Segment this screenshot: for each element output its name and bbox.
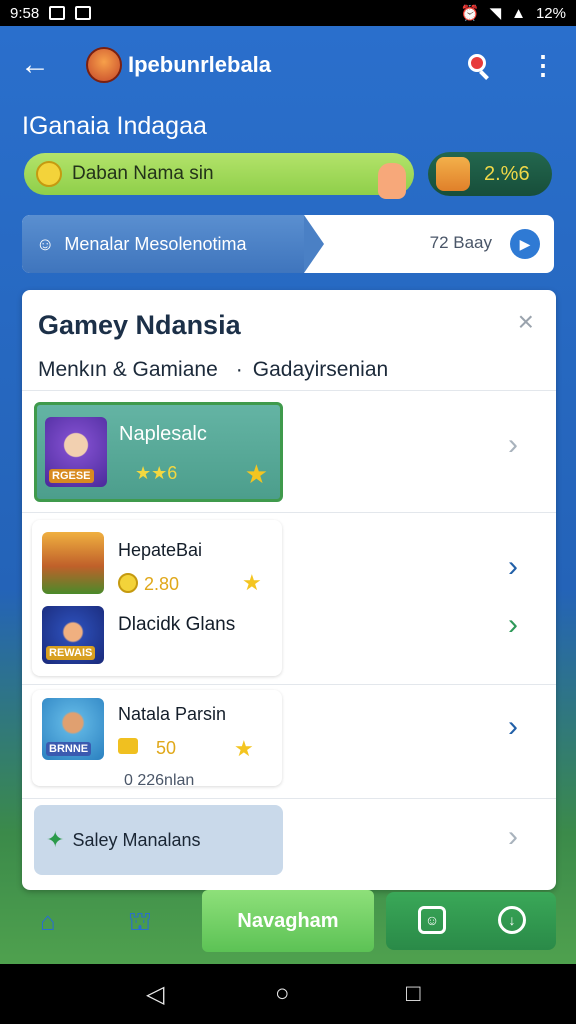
featured-game-card[interactable]: RGESE Naplesalc ★★6 ★ [34, 402, 283, 502]
more-options-icon[interactable]: ⋮ [530, 52, 556, 78]
banner-label: Menalar Mesolenotima [64, 233, 247, 254]
thumbnail-label: BRNNE [46, 742, 92, 756]
thumbnail-label: RGESE [49, 469, 94, 483]
chevron-right-icon[interactable]: › [508, 550, 518, 584]
banner-days: 72 Baay [429, 233, 492, 252]
game-thumbnail: RGESE [45, 417, 107, 487]
game-name: Naplesalc [119, 423, 207, 445]
divider [22, 390, 556, 391]
game-thumbnail: REWAIS [42, 606, 104, 664]
home-circle-icon[interactable]: ○ [275, 980, 290, 1008]
search-bar[interactable]: Daban Nama sin [24, 153, 414, 199]
play-icon[interactable]: ▶ [510, 229, 540, 259]
banner-tag: ☺ Menalar Mesolenotima [22, 215, 324, 273]
search-text: Daban Nama sin [72, 163, 214, 184]
home-icon[interactable]: ⌂ [40, 906, 70, 936]
divider [22, 512, 556, 513]
coin-icon [118, 573, 138, 593]
game-price: 2.80 [144, 574, 180, 594]
points-value: 2.%6 [484, 162, 530, 185]
game-meta: 0 226nlan [124, 772, 195, 789]
chevron-right-icon[interactable]: › [508, 710, 518, 744]
system-navigation-bar: ◁ ○ □ [0, 964, 576, 1024]
games-panel: Gamey Ndansia × Menkın & Gamiane · Gaday… [22, 290, 556, 890]
game-thumbnail [42, 532, 104, 594]
divider [22, 798, 556, 799]
back-arrow-icon[interactable]: ← [20, 48, 60, 82]
chevron-right-icon[interactable]: › [508, 428, 518, 462]
chevron-right-icon[interactable]: › [508, 820, 518, 854]
nav-actions: ☺ ↓ [386, 892, 556, 950]
points-badge[interactable]: 2.%6 [428, 152, 552, 196]
game-thumbnail: BRNNE [42, 698, 104, 760]
wifi-icon: ◥ [489, 5, 502, 22]
coin-icon [36, 161, 62, 187]
mascot-icon [378, 163, 406, 199]
bottom-navigation: ⌂ ⛫ Navagham ☺ ↓ [22, 890, 556, 952]
notification-icon [75, 6, 92, 20]
app-bar: ← Ipebunrlebala ⋮ [20, 40, 556, 90]
search-icon[interactable] [464, 50, 494, 80]
chest-icon [118, 738, 138, 754]
app-logo [86, 47, 122, 83]
status-bar: 9:58 ⏰ ◥ ▲ 12% [0, 0, 576, 26]
filter-category[interactable]: Menkın & Gamiane [38, 358, 218, 382]
safety-button[interactable]: ✦ Saley Manalans [34, 805, 283, 875]
filter-row: Menkın & Gamiane · Gadayirsenian [38, 358, 388, 382]
battery-level: 12% [535, 4, 566, 22]
panel-title: Gamey Ndansia [38, 310, 241, 340]
game-name[interactable]: Natala Parsin [118, 704, 226, 725]
app-name: Ipebunrlebala [128, 52, 272, 77]
chevron-right-icon[interactable]: › [508, 608, 518, 642]
page-title: IGanaia Indagaa [22, 112, 207, 140]
filter-genre[interactable]: Gadayirsenian [253, 358, 388, 382]
gallery-icon [49, 6, 66, 20]
game-price: 50 [156, 738, 177, 758]
shield-icon: ✦ [46, 827, 65, 852]
separator-dot: · [235, 358, 243, 381]
star-icon: ★ [242, 570, 262, 595]
close-icon[interactable]: × [518, 306, 534, 338]
safety-label: Saley Manalans [72, 829, 201, 850]
signal-icon: ▲ [511, 4, 526, 22]
back-icon[interactable]: ◁ [146, 980, 164, 1009]
chat-icon[interactable]: ☺ [418, 906, 446, 934]
game-name[interactable]: Dlacidk Glans [118, 614, 235, 636]
trophy-icon: ★ [234, 736, 254, 761]
controller-icon: ☺ [36, 233, 55, 254]
alarm-icon: ⏰ [460, 5, 480, 22]
download-icon[interactable]: ↓ [498, 906, 526, 934]
shop-icon[interactable]: ⛫ [128, 906, 158, 936]
recents-icon[interactable]: □ [406, 980, 421, 1008]
thumbnail-label: REWAIS [46, 646, 96, 660]
promo-banner[interactable]: ☺ Menalar Mesolenotima 72 Baay ▶ [22, 215, 554, 273]
navigate-button[interactable]: Navagham [202, 890, 374, 952]
game-name[interactable]: HepateBai [118, 540, 202, 561]
divider [22, 684, 556, 685]
star-icon: ★ [244, 459, 268, 489]
game-rating: ★★6 [135, 463, 178, 483]
player-avatar [436, 157, 470, 191]
status-time: 9:58 [10, 4, 40, 22]
